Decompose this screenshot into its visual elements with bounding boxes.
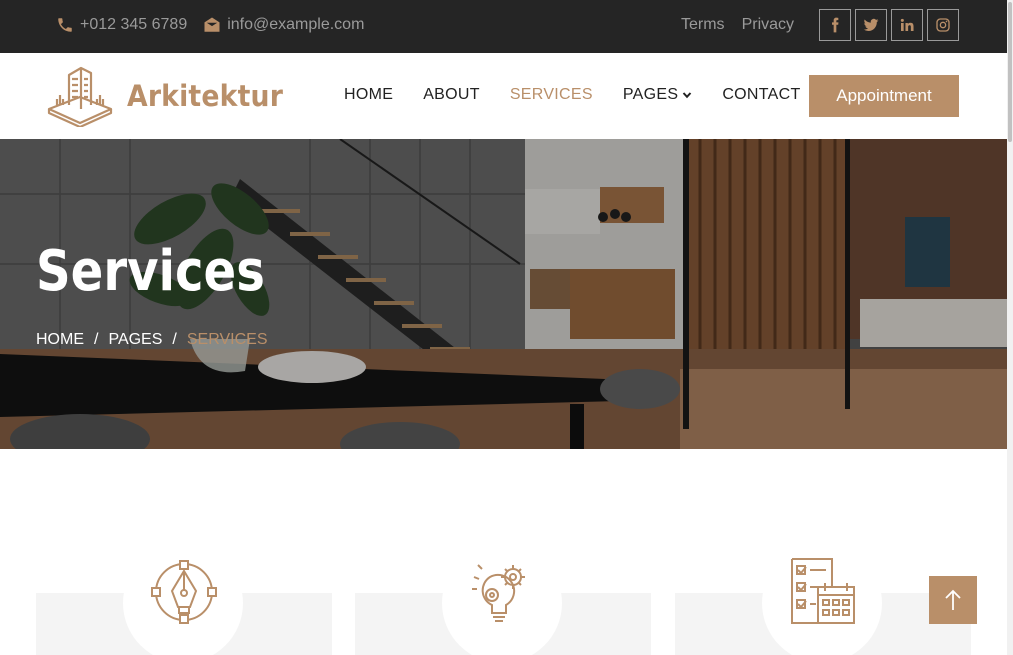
breadcrumb-pages[interactable]: PAGES	[108, 331, 162, 349]
linkedin-button[interactable]	[891, 9, 923, 41]
facebook-icon	[832, 17, 839, 33]
brand-name: Arkitektur	[127, 79, 284, 113]
top-bar: +012 345 6789 info@example.com Terms Pri…	[0, 0, 1007, 53]
instagram-button[interactable]	[927, 9, 959, 41]
nav-home[interactable]: HOME	[344, 86, 393, 104]
chevron-down-icon	[683, 92, 692, 99]
page-scrollbar[interactable]	[1007, 0, 1013, 655]
phone-number: +012 345 6789	[80, 16, 188, 33]
nav-pages-label: PAGES	[622, 86, 679, 103]
service-card[interactable]	[355, 543, 651, 655]
nav-services[interactable]: SERVICES	[510, 86, 593, 104]
social-links	[819, 9, 963, 41]
email-item[interactable]: info@example.com	[203, 16, 364, 34]
twitter-icon	[863, 18, 879, 31]
email-address: info@example.com	[227, 16, 365, 33]
breadcrumb-current: SERVICES	[186, 331, 268, 348]
appointment-button[interactable]: Appointment	[809, 75, 959, 117]
top-links: Terms Privacy	[681, 16, 811, 34]
linkedin-icon	[900, 18, 914, 31]
facebook-button[interactable]	[819, 9, 851, 41]
page: +012 345 6789 info@example.com Terms Pri…	[0, 0, 1013, 655]
idea-gears-icon	[472, 564, 525, 622]
breadcrumb: HOME / PAGES / SERVICES	[36, 331, 267, 349]
service-card[interactable]	[36, 543, 332, 655]
page-title: Services	[36, 239, 265, 304]
back-to-top-button[interactable]	[929, 576, 977, 624]
instagram-icon	[936, 18, 950, 32]
service-card[interactable]	[675, 543, 971, 655]
privacy-link[interactable]: Privacy	[742, 16, 794, 34]
pen-tool-icon	[151, 560, 217, 624]
envelope-open-icon	[204, 17, 220, 32]
services-section	[0, 449, 1007, 655]
phone-icon	[58, 18, 72, 32]
breadcrumb-separator: /	[94, 331, 99, 348]
brand[interactable]: Arkitektur	[47, 65, 297, 127]
terms-link[interactable]: Terms	[681, 16, 725, 34]
page-header-hero: Services HOME / PAGES / SERVICES	[0, 139, 1007, 449]
scrollbar-thumb[interactable]	[1008, 2, 1012, 142]
main-menu: HOME ABOUT SERVICES PAGES CONTACT	[344, 86, 831, 104]
building-logo-icon	[47, 66, 113, 127]
navbar: Arkitektur HOME ABOUT SERVICES PAGES CON…	[0, 53, 1007, 139]
nav-contact[interactable]: CONTACT	[722, 86, 800, 104]
checklist-calendar-icon	[791, 558, 855, 624]
nav-pages[interactable]: PAGES	[623, 86, 692, 104]
breadcrumb-home[interactable]: HOME	[36, 331, 84, 349]
arrow-up-icon	[945, 589, 961, 610]
twitter-button[interactable]	[855, 9, 887, 41]
breadcrumb-separator: /	[172, 331, 177, 348]
contact-info: +012 345 6789 info@example.com	[56, 16, 380, 34]
nav-about[interactable]: ABOUT	[423, 86, 480, 104]
phone-item[interactable]: +012 345 6789	[56, 16, 187, 34]
